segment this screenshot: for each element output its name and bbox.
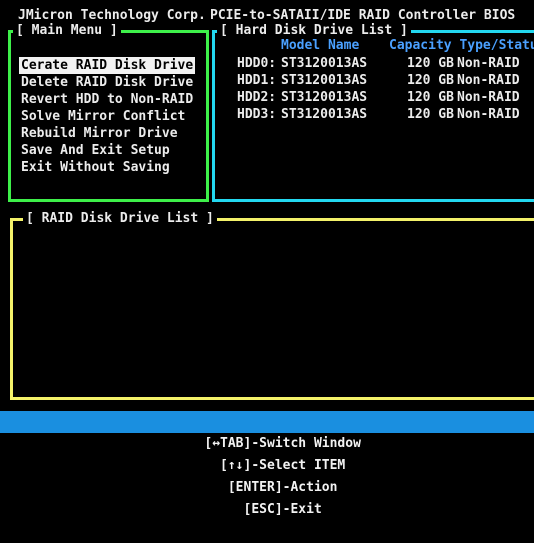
hdd-model: ST3120013AS [281,90,368,105]
hdd-status: Non-RAID [457,73,520,88]
hdd-model: ST3120013AS [281,73,368,88]
hdd-status: Non-RAID [457,90,520,105]
hdd-capacity: 120 GB [407,56,454,71]
hdd-capacity: 120 GB [407,90,454,105]
hdd-row[interactable]: HDD0: ST3120013AS 120 GB Non-RAID [237,55,534,72]
menu-item-save-exit[interactable]: Save And Exit Setup [19,142,195,159]
hint-action: [ENTER]-Action [227,480,338,495]
menu-item-solve-mirror[interactable]: Solve Mirror Conflict [19,108,195,125]
hdd-id: HDD3: [237,107,277,122]
hdd-id: HDD1: [237,73,277,88]
hdd-header-model: Model Name [281,38,360,53]
menu-item-create-raid[interactable]: Cerate RAID Disk Drive [19,57,196,74]
hint-switch-window: [↔TAB]-Switch Window [204,436,361,451]
hdd-capacity: 120 GB [407,107,454,122]
menu-item-revert-hdd[interactable]: Revert HDD to Non-RAID [19,91,195,108]
main-menu-list: Cerate RAID Disk Drive Delete RAID Disk … [19,57,196,176]
hdd-row[interactable]: HDD2: ST3120013AS 120 GB Non-RAID [237,89,534,106]
hdd-id: HDD2: [237,90,277,105]
main-menu-panel[interactable]: [ Main Menu ] Cerate RAID Disk Drive Del… [8,22,209,202]
hdd-model: ST3120013AS [281,56,368,71]
hdd-id: HDD0: [237,56,277,71]
hint-select-item: [↑↓]-Select ITEM [220,458,346,473]
hdd-status: Non-RAID [457,107,520,122]
menu-item-rebuild-mirror[interactable]: Rebuild Mirror Drive [19,125,195,142]
hdd-status: Non-RAID [457,56,520,71]
hdd-rows: HDD0: ST3120013AS 120 GB Non-RAID HDD1: … [237,55,534,123]
hdd-header-capacity-type: Capacity Type/Status [389,38,534,53]
main-menu-title: [ Main Menu ] [13,22,121,39]
hdd-model: ST3120013AS [281,107,368,122]
raid-list-panel[interactable]: [ RAID Disk Drive List ] [10,210,534,400]
key-hint-bar: [↔TAB]-Switch Window [↑↓]-Select ITEM [E… [0,411,534,517]
hint-exit: [ESC]-Exit [243,502,322,517]
hdd-row[interactable]: HDD3: ST3120013AS 120 GB Non-RAID [237,106,534,123]
hdd-list-panel[interactable]: [ Hard Disk Drive List ] Model Name Capa… [212,22,534,202]
hdd-capacity: 120 GB [407,73,454,88]
menu-item-exit-nosave[interactable]: Exit Without Saving [19,159,195,176]
hdd-row[interactable]: HDD1: ST3120013AS 120 GB Non-RAID [237,72,534,89]
raid-list-title: [ RAID Disk Drive List ] [23,210,217,227]
menu-item-delete-raid[interactable]: Delete RAID Disk Drive [19,74,195,91]
